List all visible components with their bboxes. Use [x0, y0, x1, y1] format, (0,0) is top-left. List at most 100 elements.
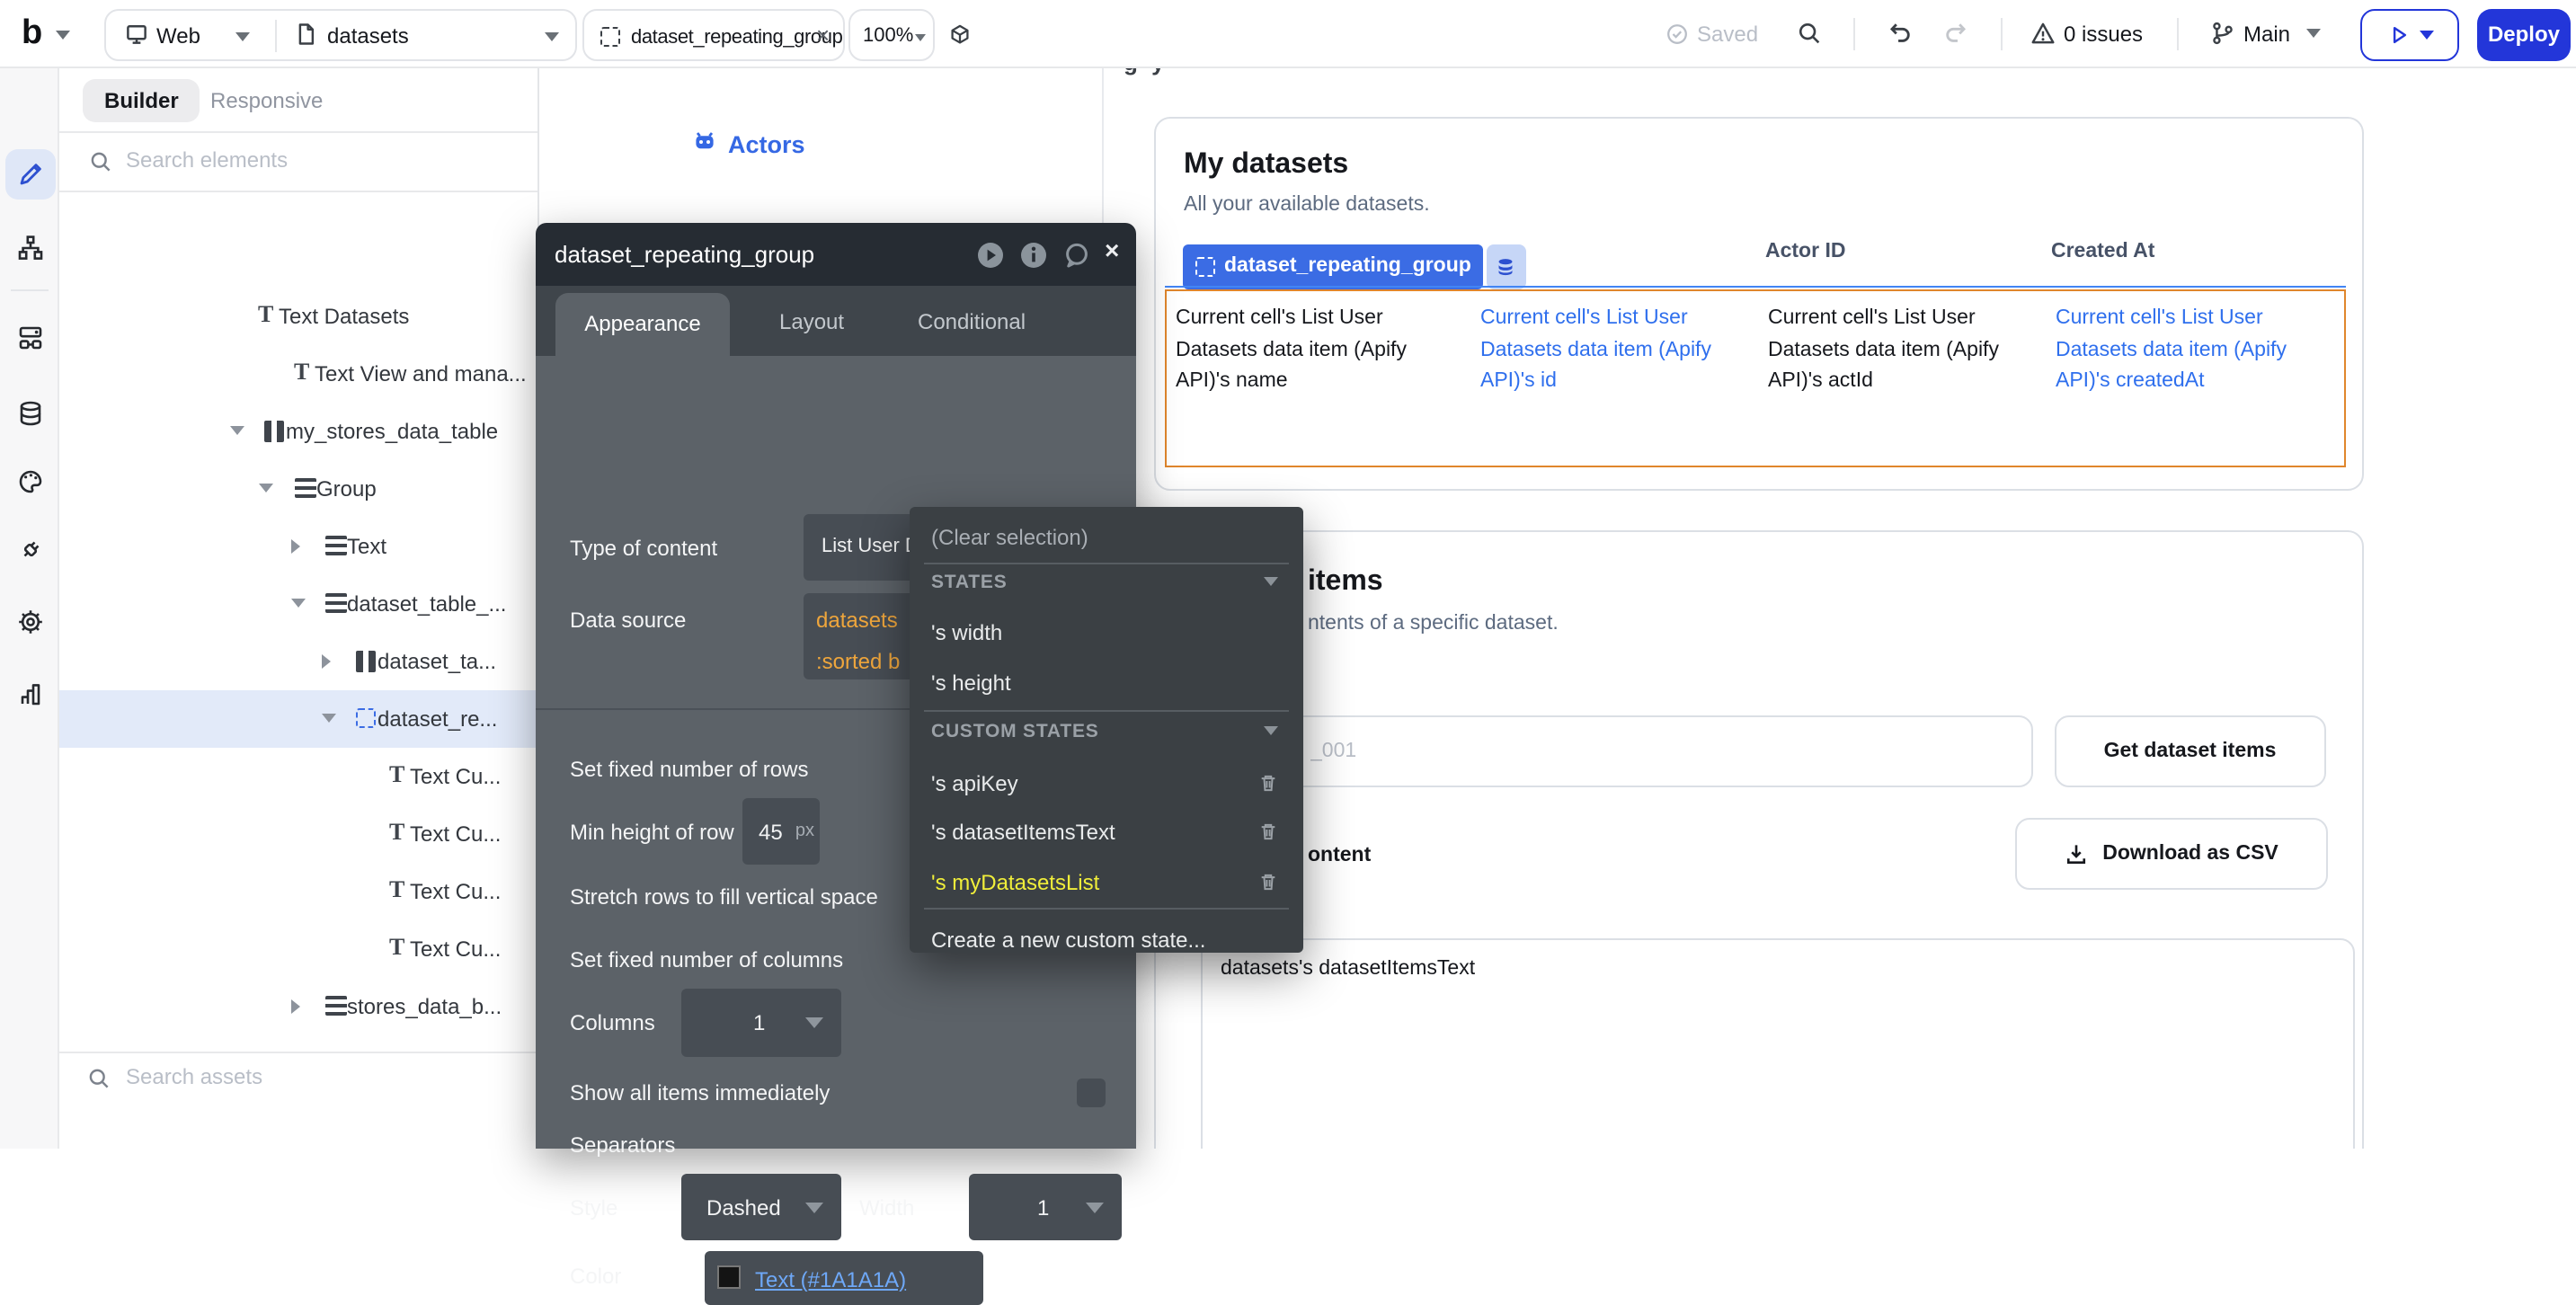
- caret-right-icon[interactable]: [322, 653, 331, 668]
- logs-chart-icon[interactable]: [15, 679, 44, 708]
- settings-gear-icon[interactable]: [15, 608, 44, 636]
- menu-item-width[interactable]: 's width: [910, 608, 1302, 655]
- tab-appearance[interactable]: Appearance: [555, 293, 730, 355]
- tree-item[interactable]: stores_data_b...: [59, 977, 537, 1034]
- caret-right-icon[interactable]: [291, 999, 300, 1013]
- states-collapse-icon[interactable]: [1263, 576, 1277, 585]
- preview-button[interactable]: [2360, 8, 2459, 60]
- redo-icon[interactable]: [1943, 20, 1970, 47]
- logo-chevron-down-icon[interactable]: [56, 31, 70, 40]
- download-csv-button[interactable]: Download as CSV: [2014, 818, 2327, 890]
- expression-prefix[interactable]: datasets: [816, 608, 898, 633]
- trash-icon[interactable]: [1256, 869, 1279, 892]
- inspector-title-bar[interactable]: dataset_repeating_group ×: [535, 222, 1135, 286]
- table-cell-createdat[interactable]: Current cell's List User Datasets data i…: [2056, 304, 2334, 398]
- tree-item[interactable]: dataset_table_...: [59, 574, 537, 632]
- state-height-label: 's height: [931, 670, 1011, 696]
- table-cell-actid[interactable]: Current cell's List User Datasets data i…: [1768, 304, 2005, 398]
- menu-item-clear-selection[interactable]: (Clear selection): [910, 513, 1302, 560]
- tree-item[interactable]: T Text Cu...: [59, 747, 537, 804]
- min-height-input[interactable]: 45 px: [742, 798, 820, 865]
- tab-conditional[interactable]: Conditional: [918, 309, 1026, 334]
- separator-width-label: Width: [859, 1194, 914, 1220]
- tree-item[interactable]: my_stores_data_table: [59, 402, 537, 459]
- show-all-checkbox[interactable]: [1076, 1078, 1105, 1106]
- tree-item-label: Text Cu...: [410, 878, 501, 903]
- custom-states-collapse-icon[interactable]: [1263, 725, 1277, 734]
- element-tab[interactable]: dataset_repeating_group ×: [582, 8, 845, 60]
- info-icon[interactable]: [1018, 240, 1047, 269]
- color-value-link[interactable]: Text (#1A1A1A): [755, 1267, 906, 1292]
- menu-item-create-custom-state[interactable]: Create a new custom state...: [910, 916, 1302, 963]
- workflow-sitemap-icon[interactable]: [15, 234, 44, 262]
- trash-icon[interactable]: [1256, 770, 1279, 794]
- undo-icon[interactable]: [1886, 20, 1913, 47]
- design-pencil-icon[interactable]: [15, 160, 44, 189]
- deploy-button[interactable]: Deploy: [2477, 8, 2571, 60]
- tab-layout[interactable]: Layout: [779, 309, 844, 334]
- search-icon[interactable]: [1796, 20, 1823, 47]
- menu-item-apikey[interactable]: 's apiKey: [910, 759, 1302, 806]
- tree-item-label: stores_data_b...: [347, 993, 502, 1018]
- builder-panel: Builder Responsive T Text Datasets T Tex…: [59, 68, 539, 1149]
- menu-item-dataset-items-text[interactable]: 's datasetItemsText: [910, 809, 1302, 856]
- styles-palette-icon[interactable]: [15, 467, 44, 496]
- card-subtitle: All your available datasets.: [1184, 194, 1430, 216]
- columns-select[interactable]: 1: [681, 989, 840, 1056]
- issues-count[interactable]: 0 issues: [2064, 22, 2143, 47]
- caret-right-icon[interactable]: [291, 538, 300, 553]
- tree-item[interactable]: Text: [59, 517, 537, 574]
- menu-item-my-datasets-list[interactable]: 's myDatasetsList: [910, 858, 1302, 905]
- tree-item[interactable]: T Text View and mana...: [59, 344, 537, 402]
- plugins-plug-icon[interactable]: [15, 536, 44, 564]
- search-elements-input[interactable]: [126, 147, 485, 173]
- branch-chevron-down-icon[interactable]: [2306, 29, 2321, 38]
- comment-icon[interactable]: [1061, 240, 1090, 269]
- zoom-chevron-down-icon: [915, 33, 926, 40]
- bubble-logo[interactable]: b: [22, 14, 42, 54]
- dataset-id-input[interactable]: [1206, 715, 2033, 787]
- tree-item[interactable]: T Text Cu...: [59, 919, 537, 977]
- trash-icon[interactable]: [1256, 820, 1279, 843]
- get-dataset-items-button[interactable]: Get dataset items: [2054, 715, 2326, 787]
- tab-close-icon[interactable]: ×: [816, 21, 830, 48]
- menu-item-height[interactable]: 's height: [910, 660, 1302, 706]
- tab-responsive[interactable]: Responsive: [210, 88, 323, 113]
- tree-item[interactable]: T Text Datasets: [59, 287, 537, 344]
- run-play-icon[interactable]: [975, 240, 1004, 269]
- caret-down-icon[interactable]: [322, 713, 336, 722]
- table-cell-name[interactable]: Current cell's List User Datasets data i…: [1176, 304, 1449, 398]
- mode-select[interactable]: Web: [106, 8, 275, 60]
- data-source-badge[interactable]: [1486, 244, 1526, 289]
- tree-item[interactable]: T Text Cu...: [59, 862, 537, 919]
- caret-down-icon[interactable]: [230, 425, 244, 434]
- close-icon[interactable]: ×: [1105, 235, 1119, 263]
- caret-down-icon[interactable]: [291, 598, 306, 607]
- search-assets-input[interactable]: [126, 1064, 485, 1089]
- page-select[interactable]: datasets: [275, 8, 579, 60]
- tree-item[interactable]: dataset_ta...: [59, 632, 537, 689]
- components-icon[interactable]: [15, 324, 44, 352]
- separator-color-label: Color: [570, 1263, 621, 1288]
- selected-element-chip[interactable]: dataset_repeating_group: [1183, 244, 1484, 289]
- table-cell-id[interactable]: Current cell's List User Datasets data i…: [1480, 304, 1718, 398]
- dataset-output-box: datasets's datasetItemsText: [1201, 938, 2355, 1149]
- mode-chevron-down-icon: [235, 31, 250, 40]
- tree-item-selected[interactable]: dataset_re...: [59, 689, 537, 747]
- separator-style-select[interactable]: Dashed: [681, 1173, 840, 1239]
- inspector-tab-bar: Appearance Layout Conditional: [535, 286, 1135, 355]
- caret-down-icon[interactable]: [258, 483, 272, 492]
- separator-color-field[interactable]: Text (#1A1A1A): [705, 1251, 983, 1305]
- state-my-datasets-label: 's myDatasetsList: [931, 869, 1099, 894]
- expression-line2[interactable]: :sorted b: [816, 648, 900, 673]
- zoom-select[interactable]: 100%: [848, 8, 935, 60]
- component-cube-icon[interactable]: [947, 22, 973, 47]
- tab-builder[interactable]: Builder: [83, 79, 200, 122]
- color-swatch[interactable]: [717, 1265, 740, 1288]
- database-icon[interactable]: [15, 399, 44, 428]
- separator-width-select[interactable]: 1: [969, 1173, 1122, 1239]
- tree-item[interactable]: Group: [59, 459, 537, 517]
- tree-item[interactable]: T Text Cu...: [59, 804, 537, 862]
- branch-name[interactable]: Main: [2243, 22, 2290, 47]
- separator-style-label: Style: [570, 1194, 617, 1220]
